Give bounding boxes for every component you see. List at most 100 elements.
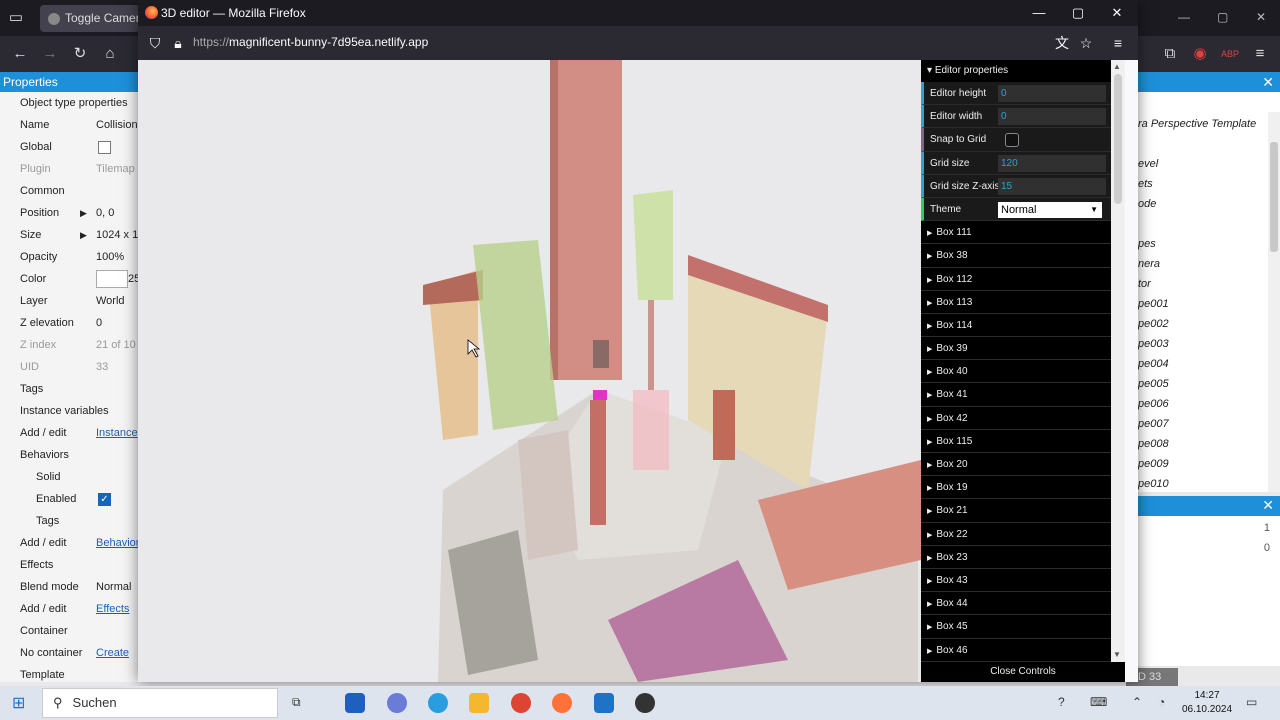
bg-close-icon[interactable]: ✕ [1256,10,1266,24]
task-view-icon[interactable]: ⧉ [292,695,301,710]
close-icon[interactable]: ✕ [1262,72,1274,92]
property-link[interactable]: Behavior [96,532,138,554]
forward-icon[interactable]: → [40,44,60,64]
3d-viewport[interactable] [138,60,921,682]
windows-start-icon[interactable]: ⊞ [12,693,25,713]
project-tree-item[interactable]: nera [1138,254,1280,274]
menu-icon[interactable]: ≡ [1250,44,1270,64]
project-tree-item[interactable]: tor [1138,274,1280,294]
3d-scene[interactable] [138,60,921,682]
box-folder[interactable]: ▶ Box 22 [921,522,1111,546]
project-tree-item[interactable]: pe005 [1138,374,1280,394]
project-tree-item[interactable]: pe001 [1138,294,1280,314]
box-folder[interactable]: ▶ Box 40 [921,360,1111,384]
app-icon[interactable] [387,693,407,713]
minimize-icon[interactable]: — [1020,0,1058,26]
box-folder[interactable]: ▶ Box 111 [921,221,1111,245]
bg-maximize-icon[interactable]: ▢ [1217,10,1228,24]
box-folder[interactable]: ▶ Box 115 [921,429,1111,453]
box-folder[interactable]: ▶ Box 38 [921,244,1111,268]
theme-select[interactable]: Normal ▼ [998,201,1102,218]
vscode-icon[interactable] [594,693,614,713]
project-tree-item[interactable]: pe003 [1138,334,1280,354]
box-folder[interactable]: ▶ Box 113 [921,290,1111,314]
property-text[interactable]: Effects [96,603,129,615]
box-folder[interactable]: ▶ Box 41 [921,383,1111,407]
project-tree-item[interactable] [1138,134,1280,154]
project-scrollbar[interactable] [1268,112,1280,492]
menu-icon[interactable]: ≡ [1108,33,1128,53]
extensions-icon[interactable]: ⧉ [1160,44,1180,64]
back-icon[interactable]: ← [10,44,30,64]
property-text[interactable]: Create [96,647,129,659]
box-folder[interactable]: ▶ Box 19 [921,476,1111,500]
property-link[interactable]: Create [96,642,129,664]
shield-icon[interactable]: ⛉ [145,33,165,53]
obs-icon[interactable] [635,693,655,713]
search-box[interactable]: ⚲ Suchen [42,688,278,718]
bookmark-star-icon[interactable]: ☆ [1076,33,1096,53]
scrollbar-thumb[interactable] [1270,142,1278,252]
project-tree-item[interactable]: pes [1138,234,1280,254]
project-tree-item[interactable] [1138,214,1280,234]
number-input[interactable]: 0 [998,108,1106,126]
close-controls-button[interactable]: Close Controls [921,662,1125,682]
box-folder[interactable]: ▶ Box 23 [921,545,1111,569]
box-folder[interactable]: ▶ Box 43 [921,568,1111,593]
close-icon[interactable]: ✕ [1262,497,1274,514]
network-icon[interactable]: ◔ [1158,695,1165,709]
property-link[interactable]: Effects [96,598,129,620]
property-link[interactable]: Instance [96,422,138,444]
box-folder[interactable]: ▶ Box 112 [921,267,1111,291]
box-folder[interactable]: ▶ Box 39 [921,337,1111,361]
help-icon[interactable]: ? [1058,695,1065,709]
expand-arrow-icon[interactable]: ▶ [80,224,87,246]
project-tree-item[interactable]: pe008 [1138,434,1280,454]
chrome-icon[interactable] [511,693,531,713]
home-icon[interactable]: ⌂ [100,44,120,64]
firefox-taskbar-icon[interactable] [552,693,572,713]
project-tree-item[interactable]: pe007 [1138,414,1280,434]
number-input[interactable]: 15 [998,177,1106,195]
checkbox[interactable] [98,140,111,154]
close-icon[interactable]: ✕ [1098,0,1136,26]
maximize-icon[interactable]: ▢ [1059,0,1097,26]
expand-arrow-icon[interactable]: ▶ [80,202,87,224]
property-text[interactable]: Behavior [96,537,138,549]
bg-minimize-icon[interactable]: — [1178,10,1190,24]
project-tree-item[interactable]: pe009 [1138,454,1280,474]
controls-scrollbar[interactable]: ▲ ▼ [1111,60,1125,662]
clock[interactable]: 14:27 06.10.2024 [1180,689,1234,717]
keyboard-icon[interactable]: ⌨ [1090,695,1107,709]
tray-expand-icon[interactable]: ⌃ [1132,695,1142,709]
record-icon[interactable]: ◉ [1190,44,1210,64]
box-folder[interactable]: ▶ Box 20 [921,453,1111,477]
project-tree-item[interactable]: ode [1138,194,1280,214]
box-folder[interactable]: ▶ Box 45 [921,615,1111,639]
project-tree-item[interactable]: evel [1138,154,1280,174]
scroll-up-icon[interactable]: ▲ [1113,62,1121,71]
background-tab[interactable]: Toggle Camera P [40,5,140,32]
edge-icon[interactable] [428,693,448,713]
notifications-icon[interactable]: ▭ [1246,695,1257,709]
scrollbar-thumb[interactable] [1114,74,1122,204]
project-tree-item[interactable]: ets [1138,174,1280,194]
checkbox[interactable]: ✓ [98,492,111,506]
scroll-down-icon[interactable]: ▼ [1113,650,1121,659]
project-tree-item[interactable]: pe010 [1138,474,1280,492]
color-swatch[interactable] [96,270,128,289]
reload-icon[interactable]: ↻ [70,44,90,64]
number-input[interactable]: 120 [998,154,1106,172]
project-tree-item[interactable]: pe002 [1138,314,1280,334]
file-explorer-icon[interactable] [469,693,489,713]
box-folder[interactable]: ▶ Box 44 [921,592,1111,616]
number-input[interactable]: 0 [998,85,1106,102]
project-tree-item[interactable]: ra Perspective Template [1138,114,1280,134]
url-bar[interactable]: https://magnificent-bunny-7d95ea.netlify… [193,35,428,49]
box-folder[interactable]: ▶ Box 42 [921,406,1111,430]
box-folder[interactable]: ▶ Box 46 [921,638,1111,662]
box-folder[interactable]: ▶ Box 114 [921,313,1111,338]
tab-list-icon[interactable]: ▭ [6,8,26,28]
translate-icon[interactable]: 文 [1052,33,1072,53]
store-icon[interactable] [345,693,365,713]
